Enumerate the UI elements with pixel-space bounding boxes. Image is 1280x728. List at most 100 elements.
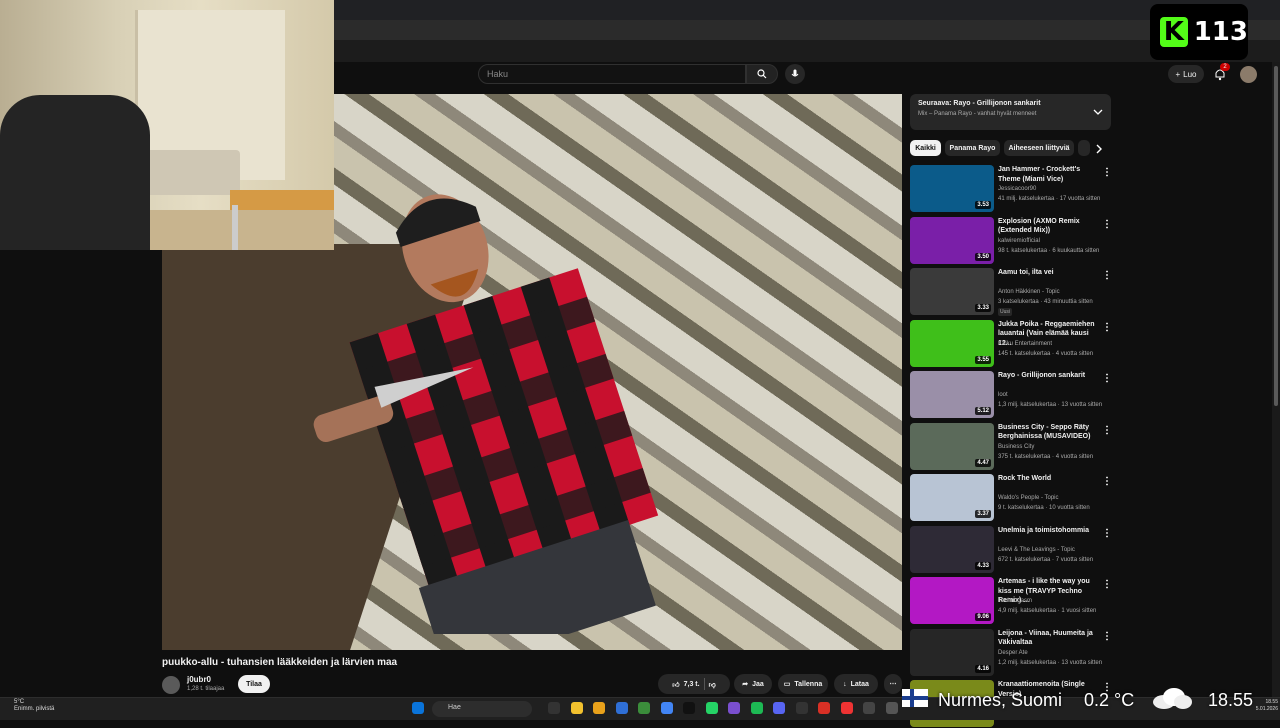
taskbar-app-icon[interactable] <box>660 702 673 714</box>
taskbar-app-icon[interactable] <box>548 702 560 714</box>
recommendation-channel[interactable]: kalwiremiofficial <box>998 238 1040 244</box>
recommendation-title[interactable]: Aamu toi, ilta vei <box>998 268 1098 278</box>
recommendation-meta: 145 t. katselukertaa · 4 vuotta sitten <box>998 350 1094 357</box>
recommendation-item[interactable]: 4.47 Business City - Seppo Räty Berghaini… <box>910 422 1110 471</box>
recommendation-item[interactable]: 3.33 Aamu toi, ilta vei Anton Häkkinen - T… <box>910 268 1110 316</box>
recommendation-channel[interactable]: Jessicacoor90 <box>998 186 1036 192</box>
recommendation-channel[interactable]: Business City <box>998 444 1034 450</box>
recommendation-item[interactable]: 4.16 Leijona - Viinaa, Huumeita ja Väkiva… <box>910 628 1110 677</box>
recommendation-item[interactable]: 3.53 Jan Hammer - Crockett's Theme (Miami… <box>910 165 1110 213</box>
avatar[interactable] <box>1240 66 1257 83</box>
scrollbar-thumb[interactable] <box>1274 66 1278 406</box>
more-vert-icon[interactable] <box>1105 167 1109 177</box>
taskbar-search[interactable]: Hae <box>432 701 532 717</box>
voice-search-button[interactable] <box>785 64 805 84</box>
more-vert-icon[interactable] <box>1105 579 1109 589</box>
recommendation-thumbnail[interactable]: 3.53 <box>910 165 994 212</box>
recommendation-thumbnail[interactable]: 3.37 <box>910 474 994 521</box>
chip-related[interactable]: Aiheeseen liittyviä <box>1004 140 1074 156</box>
recommendation-item[interactable]: 9.06 Artemas - i like the way you kiss me… <box>910 577 1110 625</box>
recommendation-channel[interactable]: Desper Ate <box>998 650 1028 656</box>
taskbar-app-icon[interactable] <box>863 702 875 714</box>
recommendation-thumbnail[interactable]: 9.06 <box>910 577 994 624</box>
channel-name[interactable]: j0ubr0 <box>187 675 211 684</box>
up-next-panel[interactable]: Seuraava: Rayo - Grillijonon sankarit Mi… <box>910 94 1111 130</box>
more-vert-icon[interactable] <box>1105 631 1109 641</box>
more-vert-icon[interactable] <box>1105 373 1109 383</box>
share-label: Jaa <box>752 680 764 688</box>
recommendation-title[interactable]: Explosion (AXMO Remix (Extended Mix)) <box>998 217 1098 236</box>
search-input[interactable]: Haku <box>478 64 746 84</box>
more-vert-icon[interactable] <box>1105 476 1109 486</box>
windows-start-icon[interactable] <box>412 702 424 714</box>
more-dots-icon: ⋯ <box>889 681 897 688</box>
taskbar-app-icon[interactable] <box>840 702 853 714</box>
recommendation-item[interactable]: 3.50 Explosion (AXMO Remix (Extended Mix)… <box>910 216 1110 265</box>
recommendation-thumbnail[interactable]: 3.55 <box>910 319 994 367</box>
recommendation-channel[interactable]: loot <box>998 392 1008 398</box>
microphone-icon <box>791 69 799 77</box>
recommendation-channel[interactable]: Anton Häkkinen - Topic <box>998 289 1060 295</box>
taskbar-app-icon[interactable] <box>638 702 650 714</box>
more-actions-button[interactable]: ⋯ <box>884 674 902 694</box>
recommendation-title[interactable]: Rock The World <box>998 474 1098 484</box>
recommendation-thumbnail[interactable]: 5.12 <box>910 371 994 418</box>
recommendation-thumbnail[interactable]: 3.50 <box>910 216 994 264</box>
more-vert-icon[interactable] <box>1105 322 1109 332</box>
search-button[interactable] <box>746 64 778 84</box>
thumbs-up-icon[interactable]: 👍︎ <box>672 680 679 689</box>
recommendation-channel[interactable]: Leevi & The Leavings - Topic <box>998 547 1075 553</box>
recommendation-item[interactable]: 5.12 Rayo - Grillijonon sankarit loot 1,3 m… <box>910 371 1110 419</box>
like-dislike-group[interactable]: 👍︎ 7,3 t. 👎︎ <box>658 674 730 694</box>
recommendation-item[interactable]: 4.33 Unelmia ja toimistohommia Leevi & The… <box>910 525 1110 574</box>
taskbar-app-icon[interactable] <box>818 702 830 714</box>
thumbs-down-icon[interactable]: 👎︎ <box>709 680 716 689</box>
more-vert-icon[interactable] <box>1105 528 1109 538</box>
recommendation-channel[interactable]: Waldo's People - Topic <box>998 495 1059 501</box>
finland-flag-icon <box>902 689 928 707</box>
share-button[interactable]: ➦ Jaa <box>734 674 772 694</box>
recommendation-item[interactable]: 3.55 Jukka Poika - Reggaemiehen lauantai … <box>910 319 1110 368</box>
taskbar-app-icon[interactable] <box>750 702 763 714</box>
chip-all[interactable]: Kaikki <box>910 140 941 156</box>
recommendation-meta: 672 t. katselukertaa · 7 vuotta sitten <box>998 556 1094 563</box>
more-vert-icon[interactable] <box>1105 425 1109 435</box>
recommendation-thumbnail[interactable]: 4.16 <box>910 628 994 676</box>
taskbar-app-icon[interactable] <box>795 702 808 714</box>
recommendation-thumbnail[interactable]: 4.33 <box>910 525 994 573</box>
recommendation-thumbnail[interactable]: 3.33 <box>910 268 994 315</box>
recommendation-channel[interactable]: Kaiku Entertainment <box>998 341 1052 347</box>
taskbar-app-icon[interactable] <box>683 702 695 714</box>
chevron-right-icon[interactable] <box>1092 142 1106 156</box>
recommendation-title[interactable]: Business City - Seppo Räty Berghainissa … <box>998 423 1098 442</box>
taskbar-app-icon[interactable] <box>593 702 605 714</box>
more-vert-icon[interactable] <box>1105 270 1109 280</box>
subscribe-button[interactable]: Tilaa <box>238 675 270 693</box>
chevron-down-icon[interactable] <box>1092 106 1104 118</box>
taskbar-app-icon[interactable] <box>615 702 628 714</box>
save-button[interactable]: ▭ Tallenna <box>778 674 828 694</box>
recommendation-title[interactable]: Jan Hammer - Crockett's Theme (Miami Vic… <box>998 165 1098 184</box>
taskbar-app-icon[interactable] <box>773 702 785 714</box>
more-vert-icon[interactable] <box>1105 219 1109 229</box>
taskbar-app-icon[interactable] <box>705 702 718 714</box>
taskbar-app-icon[interactable] <box>885 702 898 714</box>
taskbar-app-icon[interactable] <box>728 702 740 714</box>
recommendation-item[interactable]: 3.37 Rock The World Waldo's People - Topic… <box>910 474 1110 522</box>
webcam-bed <box>140 150 240 195</box>
duration-badge: 3.55 <box>975 355 991 364</box>
create-button[interactable]: + Luo <box>1168 65 1204 83</box>
taskbar-weather-widget[interactable]: 5°C Enimm. pilvistä <box>14 699 54 713</box>
recommendation-title[interactable]: Rayo - Grillijonon sankarit <box>998 371 1098 381</box>
channel-avatar[interactable] <box>162 676 180 694</box>
download-label: Lataa <box>850 680 869 688</box>
recommendation-channel[interactable]: Technogasm <box>998 598 1032 604</box>
chip-more[interactable] <box>1078 140 1090 156</box>
recommendation-thumbnail[interactable]: 4.47 <box>910 422 994 470</box>
taskbar-app-icon[interactable] <box>570 702 583 714</box>
download-button[interactable]: ↓ Lataa <box>834 674 878 694</box>
kick-viewer-count: 113 <box>1193 17 1248 47</box>
recommendation-title[interactable]: Unelmia ja toimistohommia <box>998 526 1098 536</box>
recommendation-title[interactable]: Leijona - Viinaa, Huumeita ja Väkivaltaa <box>998 629 1098 648</box>
chip-panama-rayo[interactable]: Panama Rayo <box>945 140 1000 156</box>
